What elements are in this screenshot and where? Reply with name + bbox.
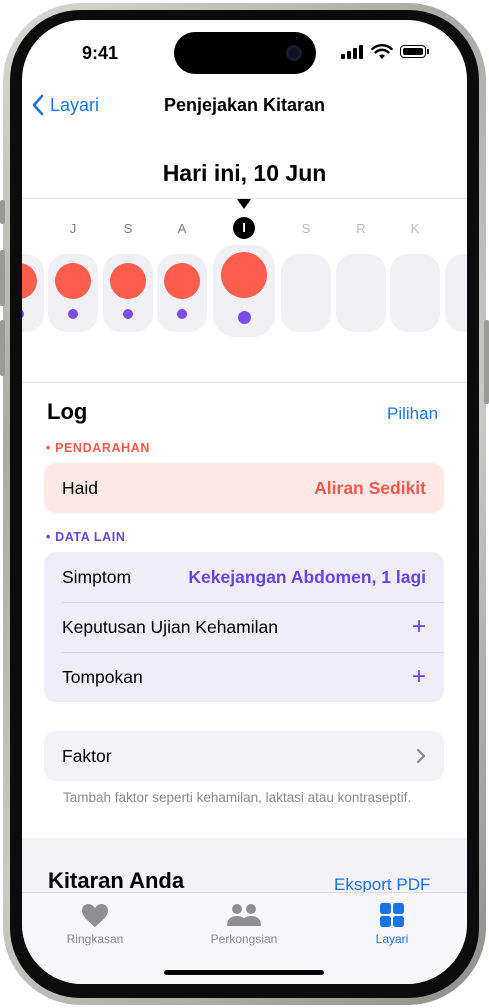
day-letter: K <box>410 221 420 236</box>
camera-icon <box>286 45 302 61</box>
period-card[interactable]: Haid Aliran Sedikit <box>44 463 444 513</box>
period-value: Aliran Sedikit <box>314 477 426 498</box>
nav-title: Penjejakan Kitaran <box>163 95 326 115</box>
other-data-marker <box>177 309 187 319</box>
today-pointer-icon <box>237 199 251 209</box>
pregnancy-test-row[interactable]: Keputusan Ujian Kehamilan + <box>62 602 426 652</box>
calendar-day[interactable] <box>157 254 207 332</box>
spotting-label: Tompokan <box>62 666 143 687</box>
bleeding-tag-label: PENDARAHAN <box>55 441 150 455</box>
day-letter: S <box>123 221 133 236</box>
tab-sharing[interactable]: Perkongsian <box>184 900 304 946</box>
tab-browse-label: Layari <box>375 932 409 946</box>
cellular-signal-icon <box>341 45 365 59</box>
cycle-title: Kitaran Anda <box>48 868 185 893</box>
symptoms-row[interactable]: Simptom Kekejangan Abdomen, 1 lagi <box>62 552 426 602</box>
spotting-row[interactable]: Tompokan + <box>62 652 426 702</box>
factors-label: Faktor <box>62 745 112 766</box>
calendar-day[interactable] <box>281 254 331 332</box>
silent-switch <box>0 200 5 224</box>
day-letter: R <box>356 221 366 236</box>
other-data-card: Simptom Kekejangan Abdomen, 1 lagi Keput… <box>44 552 444 702</box>
date-title: Hari ini, 10 Jun <box>162 160 327 186</box>
day-letter: K <box>22 221 27 236</box>
flow-marker <box>221 252 267 298</box>
calendar-day[interactable] <box>336 254 386 332</box>
calendar-day-today[interactable] <box>213 245 275 337</box>
pregnancy-test-label: Keputusan Ujian Kehamilan <box>62 616 278 637</box>
flow-marker <box>164 263 200 299</box>
calendar-day[interactable] <box>445 254 467 332</box>
battery-icon <box>400 45 429 58</box>
other-data-marker <box>237 311 251 324</box>
other-data-tag: • DATA LAIN <box>46 530 126 544</box>
calendar-bottom-divider <box>22 382 467 383</box>
tab-browse[interactable]: Layari <box>332 900 452 946</box>
options-link[interactable]: Pilihan <box>387 404 438 424</box>
day-letter: J <box>69 221 77 236</box>
screen: 9:41 Layari Penjejakan Kitaran Hari ini,… <box>22 20 467 984</box>
grid-icon <box>380 903 404 927</box>
dynamic-island <box>174 32 316 74</box>
volume-up-button <box>0 250 5 306</box>
home-indicator[interactable] <box>164 970 324 975</box>
bullet-icon: • <box>46 441 56 455</box>
log-title: Log <box>47 399 88 424</box>
plus-icon[interactable]: + <box>412 665 426 689</box>
plus-icon[interactable]: + <box>412 615 426 639</box>
calendar-day[interactable] <box>48 254 98 332</box>
people-icon <box>227 904 261 926</box>
bullet-icon: • <box>46 530 56 544</box>
bleeding-tag: • PENDARAHAN <box>46 441 150 455</box>
factors-caption: Tambah faktor seperti kehamilan, laktasi… <box>63 790 412 805</box>
calendar-day[interactable] <box>103 254 153 332</box>
wifi-icon <box>371 44 393 59</box>
symptoms-label: Simptom <box>62 566 132 587</box>
volume-down-button <box>0 320 5 376</box>
day-letter: S <box>301 221 311 236</box>
symptoms-value: Kekejangan Abdomen, 1 lagi <box>188 566 426 587</box>
tab-summary-label: Ringkasan <box>66 932 124 946</box>
calendar-day[interactable] <box>22 254 44 332</box>
power-button <box>484 320 489 404</box>
status-time: 9:41 <box>82 43 119 63</box>
flow-marker <box>55 263 91 299</box>
flow-marker <box>110 263 146 299</box>
other-data-marker <box>22 309 24 319</box>
other-data-marker <box>123 309 133 319</box>
tab-sharing-label: Perkongsian <box>210 932 278 946</box>
day-letter-today: I <box>233 217 255 239</box>
other-data-tag-label: DATA LAIN <box>55 530 126 544</box>
chevron-right-icon <box>416 748 426 764</box>
tab-summary[interactable]: Ringkasan <box>35 900 155 946</box>
calendar-day[interactable] <box>390 254 440 332</box>
period-label: Haid <box>62 477 98 498</box>
flow-marker <box>22 263 37 299</box>
heart-icon <box>82 903 108 927</box>
other-data-marker <box>68 309 78 319</box>
day-letter: A <box>177 221 187 236</box>
factors-row[interactable]: Faktor <box>44 731 444 781</box>
